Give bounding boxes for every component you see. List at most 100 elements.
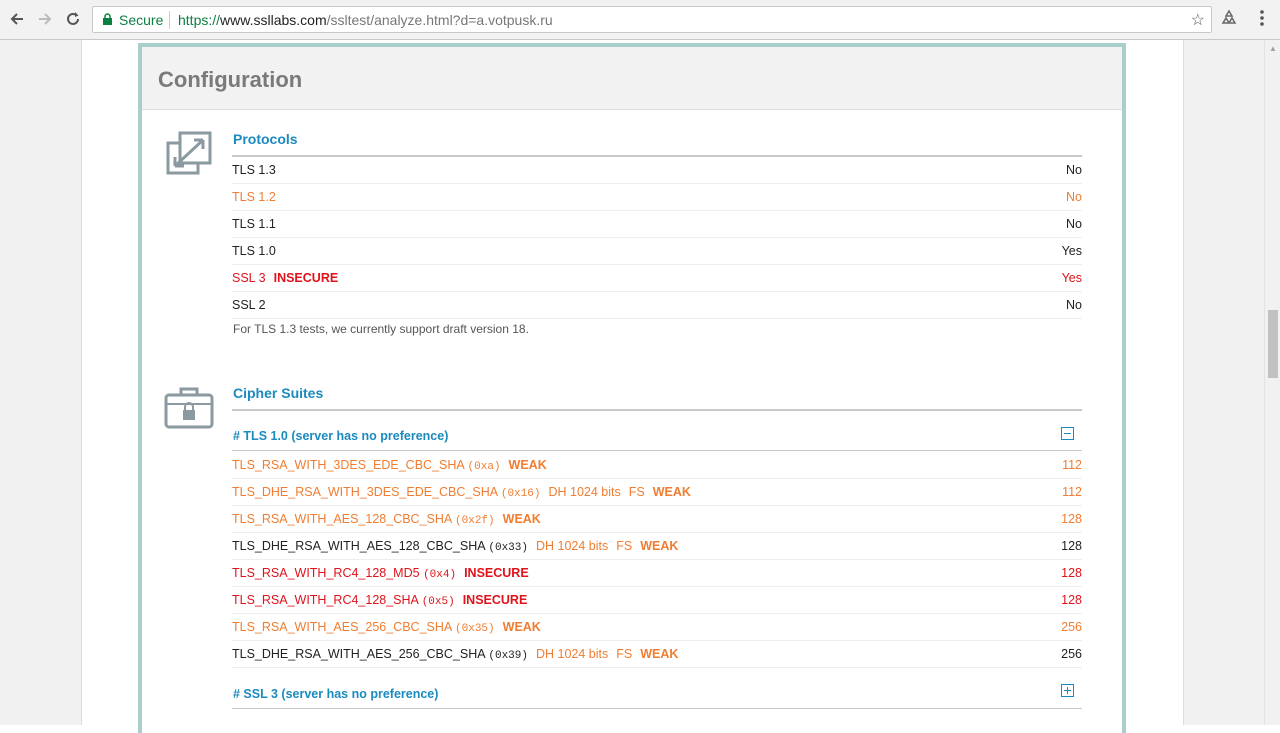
- cipher-row: TLS_DHE_RSA_WITH_AES_128_CBC_SHA (0x33) D…: [232, 533, 1082, 560]
- reload-button[interactable]: [62, 8, 84, 30]
- cipher-bits: 112: [1062, 485, 1082, 499]
- cipher-suites-icon: [164, 387, 214, 429]
- strength-badge: WEAK: [502, 512, 541, 526]
- expand-icon[interactable]: [1061, 684, 1074, 697]
- protocol-name: TLS 1.0: [232, 244, 276, 258]
- cipher-bits: 128: [1061, 539, 1082, 553]
- cipher-suites-title: Cipher Suites: [233, 385, 324, 401]
- protocol-value: Yes: [1061, 244, 1082, 258]
- url-path: /ssltest/analyze.html?d=a.votpusk.ru: [326, 12, 553, 28]
- cipher-bits: 112: [1062, 458, 1082, 472]
- strength-badge: INSECURE: [464, 566, 529, 580]
- protocol-row: SSL 3 INSECURE Yes: [232, 265, 1082, 292]
- cipher-bits: 256: [1061, 647, 1082, 661]
- cipher-name: TLS_RSA_WITH_AES_128_CBC_SHA (0x2f) WEAK: [232, 512, 541, 527]
- cipher-hex: (0x33): [488, 542, 528, 554]
- strength-badge: WEAK: [640, 647, 679, 661]
- strength-badge: WEAK: [508, 458, 547, 472]
- scroll-thumb[interactable]: [1268, 310, 1278, 378]
- fs-badge: FS: [616, 539, 633, 553]
- protocol-value: Yes: [1061, 271, 1082, 285]
- protocol-row: TLS 1.3 No: [232, 157, 1082, 184]
- strength-badge: INSECURE: [462, 593, 528, 607]
- dh-size: DH 1024 bits: [535, 647, 609, 661]
- cipher-hex: (0xa): [467, 461, 501, 473]
- reload-icon: [67, 12, 79, 25]
- cipher-hex: (0x5): [421, 596, 455, 608]
- cipher-bits: 128: [1061, 512, 1082, 526]
- back-button[interactable]: [6, 8, 28, 30]
- scrollbar[interactable]: ▲: [1264, 40, 1280, 725]
- cipher-row: TLS_DHE_RSA_WITH_3DES_EDE_CBC_SHA (0x16)…: [232, 479, 1082, 506]
- strength-badge: WEAK: [652, 485, 691, 499]
- cipher-hex: (0x39): [488, 650, 528, 662]
- address-bar[interactable]: Secure https://www.ssllabs.com/ssltest/a…: [92, 6, 1212, 33]
- star-icon[interactable]: ☆: [1191, 10, 1205, 30]
- protocols-icon: [166, 131, 212, 175]
- protocol-value: No: [1066, 298, 1082, 312]
- url-text[interactable]: https://www.ssllabs.com/ssltest/analyze.…: [178, 12, 553, 28]
- protocol-name: SSL 2: [232, 298, 266, 312]
- ssl3-group-label: # SSL 3 (server has no preference): [233, 687, 439, 701]
- lock-icon: [103, 13, 112, 25]
- strength-badge: WEAK: [640, 539, 679, 553]
- tls13-note: For TLS 1.3 tests, we currently support …: [233, 322, 529, 336]
- cipher-name: TLS_DHE_RSA_WITH_AES_256_CBC_SHA (0x39) D…: [232, 647, 679, 662]
- cipher-row: TLS_RSA_WITH_AES_256_CBC_SHA (0x35) WEAK 2…: [232, 614, 1082, 641]
- forward-button[interactable]: [34, 8, 56, 30]
- menu-icon[interactable]: [1256, 8, 1268, 28]
- secure-label: Secure: [119, 12, 164, 28]
- extension-icon[interactable]: [1220, 9, 1238, 27]
- cipher-name: TLS_DHE_RSA_WITH_AES_128_CBC_SHA (0x33) D…: [232, 539, 679, 554]
- protocol-name: TLS 1.3: [232, 163, 276, 177]
- fs-badge: FS: [628, 485, 645, 499]
- collapse-icon[interactable]: [1061, 427, 1074, 440]
- cipher-name: TLS_RSA_WITH_AES_256_CBC_SHA (0x35) WEAK: [232, 620, 541, 635]
- scroll-up-icon[interactable]: ▲: [1269, 44, 1277, 53]
- browser-toolbar: Secure https://www.ssllabs.com/ssltest/a…: [0, 0, 1280, 40]
- cipher-hex: (0x16): [500, 488, 541, 500]
- insecure-badge: INSECURE: [273, 271, 339, 285]
- cipher-hex: (0x35): [455, 623, 495, 635]
- cipher-hex: (0x4): [423, 569, 457, 581]
- protocol-name: SSL 3 INSECURE: [232, 271, 339, 285]
- protocol-row: TLS 1.0 Yes: [232, 238, 1082, 265]
- protocol-value: No: [1066, 217, 1082, 231]
- tls10-group-label: # TLS 1.0 (server has no preference): [233, 429, 449, 443]
- cipher-bits: 128: [1061, 566, 1082, 580]
- cipher-hex: (0x2f): [455, 515, 495, 527]
- protocol-name: TLS 1.1: [232, 217, 276, 231]
- protocol-row: TLS 1.2 No: [232, 184, 1082, 211]
- protocol-name: TLS 1.2: [232, 190, 276, 204]
- url-host: www.ssllabs.com: [220, 12, 327, 28]
- protocol-value: No: [1066, 190, 1082, 204]
- cipher-suites-divider: [232, 409, 1082, 411]
- dh-size: DH 1024 bits: [548, 485, 621, 499]
- cipher-row: TLS_RSA_WITH_RC4_128_MD5 (0x4) INSECURE 12…: [232, 560, 1082, 587]
- cipher-row: TLS_RSA_WITH_3DES_EDE_CBC_SHA (0xa) WEAK 1…: [232, 452, 1082, 479]
- url-scheme: https://: [178, 12, 221, 28]
- cipher-row: TLS_RSA_WITH_RC4_128_SHA (0x5) INSECURE 12…: [232, 587, 1082, 614]
- strength-badge: WEAK: [502, 620, 541, 634]
- cipher-name: TLS_RSA_WITH_RC4_128_SHA (0x5) INSECURE: [232, 593, 528, 608]
- fs-badge: FS: [616, 647, 633, 661]
- cipher-row: TLS_RSA_WITH_AES_128_CBC_SHA (0x2f) WEAK 1…: [232, 506, 1082, 533]
- cipher-row: TLS_DHE_RSA_WITH_AES_256_CBC_SHA (0x39) D…: [232, 641, 1082, 668]
- protocols-title: Protocols: [233, 131, 298, 147]
- protocol-value: No: [1066, 163, 1082, 177]
- protocol-row: TLS 1.1 No: [232, 211, 1082, 238]
- cipher-bits: 256: [1061, 620, 1082, 634]
- cipher-name: TLS_DHE_RSA_WITH_3DES_EDE_CBC_SHA (0x16)…: [232, 485, 691, 500]
- dh-size: DH 1024 bits: [535, 539, 609, 553]
- cipher-name: TLS_RSA_WITH_RC4_128_MD5 (0x4) INSECURE: [232, 566, 529, 581]
- url-separator: [169, 11, 170, 29]
- cipher-bits: 128: [1061, 593, 1082, 607]
- back-icon: [10, 13, 23, 25]
- protocol-row: SSL 2 No: [232, 292, 1082, 319]
- panel-title: Configuration: [158, 67, 303, 92]
- cipher-name: TLS_RSA_WITH_3DES_EDE_CBC_SHA (0xa) WEAK: [232, 458, 547, 473]
- forward-icon: [39, 13, 52, 25]
- tls10-group-header[interactable]: # TLS 1.0 (server has no preference): [232, 423, 1082, 451]
- panel-header: Configuration: [142, 47, 1122, 110]
- ssl3-group-header[interactable]: # SSL 3 (server has no preference): [232, 681, 1082, 709]
